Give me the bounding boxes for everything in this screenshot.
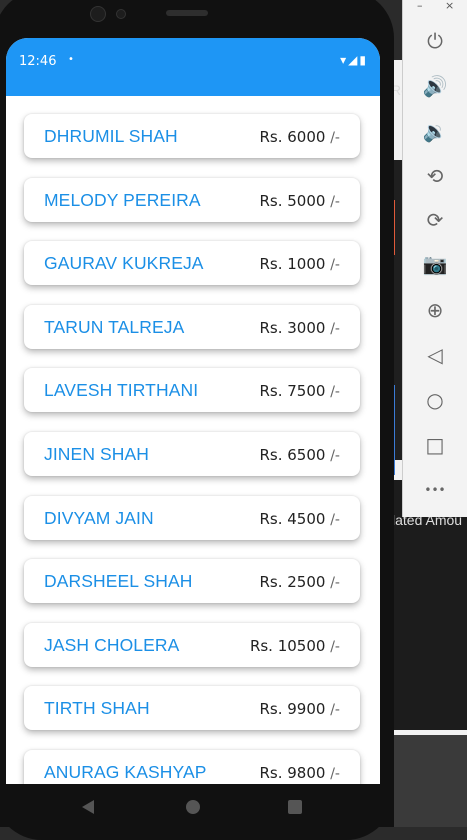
person-name: TARUN TALREJA — [44, 317, 185, 337]
minimize-button[interactable]: – — [417, 0, 423, 12]
list-item[interactable]: DHRUMIL SHAH Rs. 6000 /- — [24, 114, 360, 158]
sensor — [116, 9, 126, 19]
amount-value: Rs. 3000 — [259, 319, 326, 337]
amount-suffix: /- — [330, 512, 340, 528]
close-button[interactable]: × — [445, 0, 454, 12]
list-item[interactable]: JASH CHOLERA Rs. 10500 /- — [24, 623, 360, 667]
amount-value: Rs. 5000 — [259, 192, 326, 210]
speaker-grille — [166, 10, 208, 16]
emulator-toolbar: – × ⏻ 🔊 🔉 ⟲ ⟳ 📷 ⊕ ◁ ○ □ ••• — [402, 0, 467, 517]
toolbar-window-controls: – × — [403, 0, 467, 14]
person-name: ANURAG KASHYAP — [44, 762, 207, 782]
signal-battery-icon: ▾◢▮ — [340, 53, 368, 67]
list-item[interactable]: LAVESH TIRTHANI Rs. 7500 /- — [24, 368, 360, 412]
amount: Rs. 2500 /- — [259, 573, 340, 591]
amount: Rs. 7500 /- — [259, 382, 340, 400]
amount: Rs. 10500 /- — [250, 637, 340, 655]
more-icon[interactable]: ••• — [421, 476, 449, 504]
amount-suffix: /- — [330, 194, 340, 210]
amount: Rs. 1000 /- — [259, 255, 340, 273]
status-bar: 12:46 • ▾◢▮ — [6, 38, 380, 96]
phone-screen: 12:46 • ▾◢▮ DHRUMIL SHAH Rs. 6000 /- MEL… — [6, 38, 380, 784]
amount: Rs. 3000 /- — [259, 319, 340, 337]
back-icon[interactable]: ◁ — [421, 341, 449, 369]
amount: Rs. 5000 /- — [259, 192, 340, 210]
overview-icon[interactable]: □ — [421, 431, 449, 459]
person-name: DHRUMIL SHAH — [44, 126, 178, 146]
notification-dot: • — [68, 54, 74, 65]
person-name: LAVESH TIRTHANI — [44, 380, 199, 400]
person-name: JASH CHOLERA — [44, 635, 180, 655]
amount-suffix: /- — [330, 639, 340, 655]
amount-suffix: /- — [330, 766, 340, 782]
camera-icon[interactable]: 📷 — [421, 250, 449, 278]
list-item[interactable]: GAURAV KUKREJA Rs. 1000 /- — [24, 241, 360, 285]
amount-value: Rs. 7500 — [259, 382, 326, 400]
list-item[interactable]: DIVYAM JAIN Rs. 4500 /- — [24, 496, 360, 540]
volume-up-icon[interactable]: 🔊 — [421, 72, 449, 100]
amount-value: Rs. 1000 — [259, 255, 326, 273]
amount-value: Rs. 6000 — [259, 128, 326, 146]
home-icon[interactable]: ○ — [421, 386, 449, 414]
rotate-right-icon[interactable]: ⟳ — [421, 206, 449, 234]
amount: Rs. 6000 /- — [259, 128, 340, 146]
status-time: 12:46 — [19, 54, 57, 69]
amount: Rs. 9900 /- — [259, 700, 340, 718]
volume-down-icon[interactable]: 🔉 — [421, 117, 449, 145]
person-name: GAURAV KUKREJA — [44, 253, 204, 273]
amount-value: Rs. 6500 — [259, 446, 326, 464]
nav-back-icon[interactable] — [82, 800, 94, 814]
amount: Rs. 9800 /- — [259, 764, 340, 782]
amount-suffix: /- — [330, 384, 340, 400]
power-icon[interactable]: ⏻ — [421, 27, 449, 55]
person-name: DIVYAM JAIN — [44, 508, 154, 528]
list-item[interactable]: JINEN SHAH Rs. 6500 /- — [24, 432, 360, 476]
amount-suffix: /- — [330, 702, 340, 718]
person-name: TIRTH SHAH — [44, 698, 150, 718]
amount-suffix: /- — [330, 448, 340, 464]
list-item[interactable]: TARUN TALREJA Rs. 3000 /- — [24, 305, 360, 349]
zoom-icon[interactable]: ⊕ — [421, 296, 449, 324]
amount-list[interactable]: DHRUMIL SHAH Rs. 6000 /- MELODY PEREIRA … — [6, 96, 380, 784]
amount-suffix: /- — [330, 575, 340, 591]
list-item[interactable]: MELODY PEREIRA Rs. 5000 /- — [24, 178, 360, 222]
amount-suffix: /- — [330, 321, 340, 337]
amount-suffix: /- — [330, 130, 340, 146]
amount-value: Rs. 10500 — [249, 637, 326, 655]
front-camera — [90, 6, 106, 22]
person-name: DARSHEEL SHAH — [44, 571, 193, 591]
amount-value: Rs. 2500 — [259, 573, 326, 591]
nav-recents-icon[interactable] — [288, 800, 302, 814]
list-item[interactable]: ANURAG KASHYAP Rs. 9800 /- — [24, 750, 360, 784]
amount: Rs. 6500 /- — [259, 446, 340, 464]
amount-value: Rs. 4500 — [259, 510, 326, 528]
amount: Rs. 4500 /- — [259, 510, 340, 528]
rotate-left-icon[interactable]: ⟲ — [421, 162, 449, 190]
person-name: MELODY PEREIRA — [44, 190, 201, 210]
list-item[interactable]: TIRTH SHAH Rs. 9900 /- — [24, 686, 360, 730]
nav-home-icon[interactable] — [186, 800, 200, 814]
person-name: JINEN SHAH — [44, 444, 150, 464]
list-item[interactable]: DARSHEEL SHAH Rs. 2500 /- — [24, 559, 360, 603]
amount-value: Rs. 9900 — [259, 700, 326, 718]
amount-suffix: /- — [330, 257, 340, 273]
amount-value: Rs. 9800 — [259, 764, 326, 782]
